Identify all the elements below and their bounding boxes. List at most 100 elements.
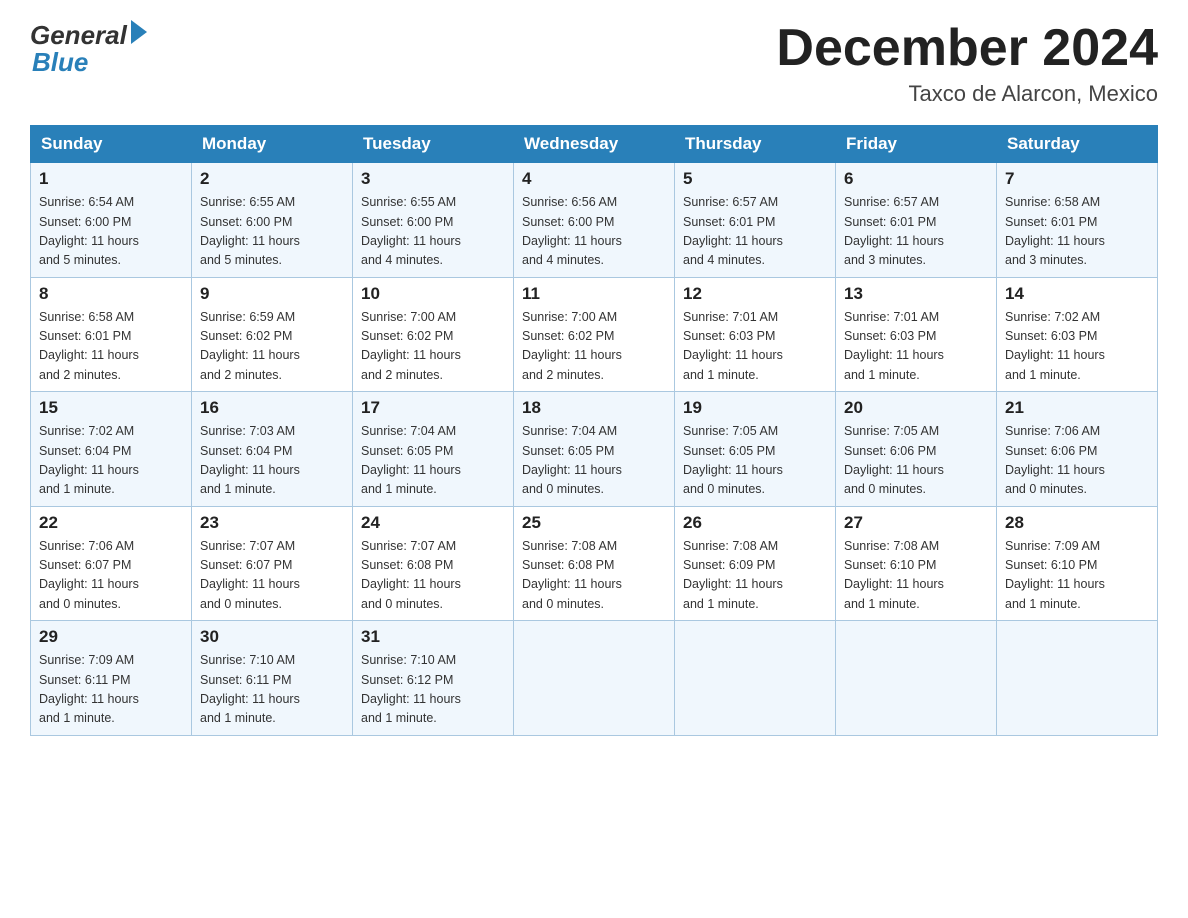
calendar-day-cell: 3Sunrise: 6:55 AMSunset: 6:00 PMDaylight… [353, 163, 514, 278]
day-number: 19 [683, 398, 827, 418]
day-number: 28 [1005, 513, 1149, 533]
calendar-day-cell: 17 Sunrise: 7:04 AMSunset: 6:05 PMDayligh… [353, 392, 514, 507]
day-info: Sunrise: 6:58 AMSunset: 6:01 PMDaylight:… [1005, 193, 1149, 271]
day-number: 23 [200, 513, 344, 533]
calendar-week-row: 22 Sunrise: 7:06 AMSunset: 6:07 PMDayligh… [31, 506, 1158, 621]
calendar-day-cell: 11 Sunrise: 7:00 AMSunset: 6:02 PMDayligh… [514, 277, 675, 392]
weekday-header-friday: Friday [836, 126, 997, 163]
calendar-week-row: 8 Sunrise: 6:58 AMSunset: 6:01 PMDaylight… [31, 277, 1158, 392]
day-number: 6 [844, 169, 988, 189]
calendar-day-cell: 2Sunrise: 6:55 AMSunset: 6:00 PMDaylight… [192, 163, 353, 278]
day-number: 29 [39, 627, 183, 647]
calendar-day-cell: 8 Sunrise: 6:58 AMSunset: 6:01 PMDaylight… [31, 277, 192, 392]
calendar-day-cell: 19 Sunrise: 7:05 AMSunset: 6:05 PMDayligh… [675, 392, 836, 507]
day-info: Sunrise: 7:04 AMSunset: 6:05 PMDaylight:… [522, 422, 666, 500]
calendar-day-cell: 12 Sunrise: 7:01 AMSunset: 6:03 PMDayligh… [675, 277, 836, 392]
calendar-day-cell: 6Sunrise: 6:57 AMSunset: 6:01 PMDaylight… [836, 163, 997, 278]
weekday-header-saturday: Saturday [997, 126, 1158, 163]
calendar-day-cell: 7 Sunrise: 6:58 AMSunset: 6:01 PMDaylight… [997, 163, 1158, 278]
day-info: Sunrise: 7:02 AMSunset: 6:03 PMDaylight:… [1005, 308, 1149, 386]
day-number: 4 [522, 169, 666, 189]
day-info: Sunrise: 6:55 AMSunset: 6:00 PMDaylight:… [361, 193, 505, 271]
day-info: Sunrise: 7:07 AMSunset: 6:08 PMDaylight:… [361, 537, 505, 615]
day-number: 15 [39, 398, 183, 418]
day-info: Sunrise: 7:04 AMSunset: 6:05 PMDaylight:… [361, 422, 505, 500]
day-info: Sunrise: 7:06 AMSunset: 6:07 PMDaylight:… [39, 537, 183, 615]
day-info: Sunrise: 6:57 AMSunset: 6:01 PMDaylight:… [683, 193, 827, 271]
calendar-day-cell: 5 Sunrise: 6:57 AMSunset: 6:01 PMDaylight… [675, 163, 836, 278]
day-number: 12 [683, 284, 827, 304]
day-number: 10 [361, 284, 505, 304]
calendar-day-cell: 25Sunrise: 7:08 AMSunset: 6:08 PMDayligh… [514, 506, 675, 621]
weekday-header-wednesday: Wednesday [514, 126, 675, 163]
day-number: 27 [844, 513, 988, 533]
month-title: December 2024 [776, 20, 1158, 77]
day-info: Sunrise: 7:08 AMSunset: 6:10 PMDaylight:… [844, 537, 988, 615]
day-info: Sunrise: 7:03 AMSunset: 6:04 PMDaylight:… [200, 422, 344, 500]
location-text: Taxco de Alarcon, Mexico [776, 81, 1158, 107]
weekday-header-row: SundayMondayTuesdayWednesdayThursdayFrid… [31, 126, 1158, 163]
calendar-day-cell: 23 Sunrise: 7:07 AMSunset: 6:07 PMDayligh… [192, 506, 353, 621]
day-number: 20 [844, 398, 988, 418]
calendar-day-cell: 24Sunrise: 7:07 AMSunset: 6:08 PMDayligh… [353, 506, 514, 621]
day-number: 5 [683, 169, 827, 189]
calendar-week-row: 15 Sunrise: 7:02 AMSunset: 6:04 PMDayligh… [31, 392, 1158, 507]
day-info: Sunrise: 7:10 AMSunset: 6:12 PMDaylight:… [361, 651, 505, 729]
calendar-day-cell: 9 Sunrise: 6:59 AMSunset: 6:02 PMDaylight… [192, 277, 353, 392]
day-number: 17 [361, 398, 505, 418]
day-number: 30 [200, 627, 344, 647]
day-info: Sunrise: 7:08 AMSunset: 6:09 PMDaylight:… [683, 537, 827, 615]
day-info: Sunrise: 6:54 AMSunset: 6:00 PMDaylight:… [39, 193, 183, 271]
weekday-header-tuesday: Tuesday [353, 126, 514, 163]
calendar-day-cell: 21 Sunrise: 7:06 AMSunset: 6:06 PMDayligh… [997, 392, 1158, 507]
day-number: 1 [39, 169, 183, 189]
weekday-header-monday: Monday [192, 126, 353, 163]
day-number: 14 [1005, 284, 1149, 304]
calendar-day-cell [514, 621, 675, 736]
calendar-week-row: 29Sunrise: 7:09 AMSunset: 6:11 PMDayligh… [31, 621, 1158, 736]
calendar-day-cell: 30 Sunrise: 7:10 AMSunset: 6:11 PMDayligh… [192, 621, 353, 736]
day-number: 7 [1005, 169, 1149, 189]
logo: General Blue [30, 20, 147, 78]
day-number: 13 [844, 284, 988, 304]
day-number: 16 [200, 398, 344, 418]
logo-blue-text: Blue [30, 47, 88, 78]
day-number: 18 [522, 398, 666, 418]
day-number: 26 [683, 513, 827, 533]
day-number: 21 [1005, 398, 1149, 418]
day-info: Sunrise: 7:10 AMSunset: 6:11 PMDaylight:… [200, 651, 344, 729]
calendar-day-cell [836, 621, 997, 736]
day-number: 8 [39, 284, 183, 304]
calendar-day-cell: 31Sunrise: 7:10 AMSunset: 6:12 PMDayligh… [353, 621, 514, 736]
calendar-day-cell: 18 Sunrise: 7:04 AMSunset: 6:05 PMDayligh… [514, 392, 675, 507]
day-info: Sunrise: 7:00 AMSunset: 6:02 PMDaylight:… [522, 308, 666, 386]
day-info: Sunrise: 6:58 AMSunset: 6:01 PMDaylight:… [39, 308, 183, 386]
calendar-day-cell: 15 Sunrise: 7:02 AMSunset: 6:04 PMDayligh… [31, 392, 192, 507]
day-number: 25 [522, 513, 666, 533]
calendar-day-cell: 1 Sunrise: 6:54 AMSunset: 6:00 PMDaylight… [31, 163, 192, 278]
logo-arrow-icon [131, 20, 147, 44]
calendar-day-cell: 20Sunrise: 7:05 AMSunset: 6:06 PMDayligh… [836, 392, 997, 507]
calendar-day-cell: 22 Sunrise: 7:06 AMSunset: 6:07 PMDayligh… [31, 506, 192, 621]
calendar-day-cell: 10Sunrise: 7:00 AMSunset: 6:02 PMDayligh… [353, 277, 514, 392]
day-info: Sunrise: 6:59 AMSunset: 6:02 PMDaylight:… [200, 308, 344, 386]
title-section: December 2024 Taxco de Alarcon, Mexico [776, 20, 1158, 107]
calendar-day-cell [997, 621, 1158, 736]
day-info: Sunrise: 7:07 AMSunset: 6:07 PMDaylight:… [200, 537, 344, 615]
day-info: Sunrise: 7:02 AMSunset: 6:04 PMDaylight:… [39, 422, 183, 500]
day-info: Sunrise: 7:05 AMSunset: 6:05 PMDaylight:… [683, 422, 827, 500]
day-number: 2 [200, 169, 344, 189]
day-info: Sunrise: 7:01 AMSunset: 6:03 PMDaylight:… [683, 308, 827, 386]
day-info: Sunrise: 7:06 AMSunset: 6:06 PMDaylight:… [1005, 422, 1149, 500]
day-info: Sunrise: 6:56 AMSunset: 6:00 PMDaylight:… [522, 193, 666, 271]
day-info: Sunrise: 7:01 AMSunset: 6:03 PMDaylight:… [844, 308, 988, 386]
day-number: 11 [522, 284, 666, 304]
day-number: 9 [200, 284, 344, 304]
calendar-table: SundayMondayTuesdayWednesdayThursdayFrid… [30, 125, 1158, 736]
day-number: 22 [39, 513, 183, 533]
calendar-day-cell: 4 Sunrise: 6:56 AMSunset: 6:00 PMDaylight… [514, 163, 675, 278]
calendar-day-cell: 29Sunrise: 7:09 AMSunset: 6:11 PMDayligh… [31, 621, 192, 736]
page-header: General Blue December 2024 Taxco de Alar… [30, 20, 1158, 107]
calendar-day-cell: 16 Sunrise: 7:03 AMSunset: 6:04 PMDayligh… [192, 392, 353, 507]
weekday-header-sunday: Sunday [31, 126, 192, 163]
